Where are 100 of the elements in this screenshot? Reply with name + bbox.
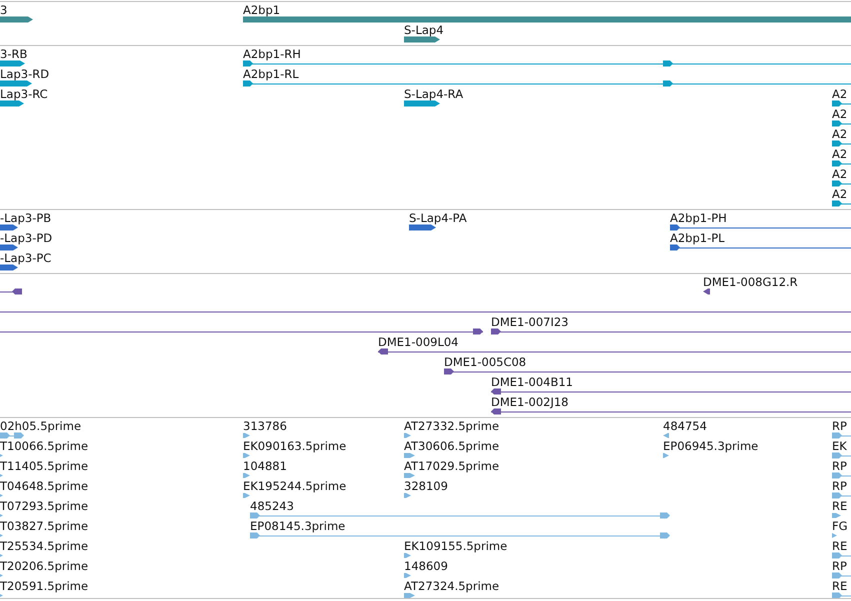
transcript-glyph[interactable] (404, 100, 440, 106)
est-glyph[interactable] (0, 513, 3, 518)
est-glyph[interactable] (404, 573, 411, 578)
est-glyph[interactable] (404, 593, 415, 598)
feature-label: 3-RB (0, 47, 28, 61)
clone-glyph[interactable] (490, 388, 851, 394)
feature-label: AT27332.5prime (404, 419, 500, 433)
est-glyph[interactable] (0, 453, 3, 458)
feature-label: EP08145.3prime (250, 519, 346, 533)
est-glyph[interactable] (0, 432, 24, 438)
feature-label: AT27324.5prime (404, 579, 500, 593)
feature-label: S-Lap4 (404, 23, 444, 37)
feature-label: T07293.5prime (0, 499, 88, 513)
feature-label: T10066.5prime (0, 439, 88, 453)
feature-label: -Lap3-PB (0, 211, 52, 225)
gene-bar[interactable] (0, 16, 33, 22)
clone-glyph[interactable] (444, 368, 851, 374)
est-glyph[interactable] (832, 472, 851, 478)
protein-glyph[interactable] (0, 224, 18, 230)
est-glyph[interactable] (0, 473, 3, 478)
feature-label: A2 (832, 147, 848, 161)
est-glyph[interactable] (832, 572, 851, 578)
est-glyph[interactable] (832, 432, 851, 438)
protein-glyph[interactable] (670, 244, 851, 250)
est-glyph[interactable] (0, 573, 3, 578)
feature-label: AT30606.5prime (404, 439, 500, 453)
protein-glyph[interactable] (0, 264, 18, 270)
feature-label: 485243 (250, 499, 294, 513)
est-glyph[interactable] (832, 533, 837, 538)
est-glyph[interactable] (0, 553, 3, 558)
feature-label: -Lap3-PC (0, 251, 52, 265)
feature-label: -Lap3-PD (0, 231, 52, 245)
protein-glyph[interactable] (0, 244, 18, 250)
clone-glyph[interactable] (0, 288, 22, 294)
feature-label: EK090163.5prime (243, 439, 346, 453)
est-glyph[interactable] (832, 552, 851, 558)
feature-label: DME1-004B11 (491, 375, 573, 389)
transcript-glyph[interactable] (0, 80, 32, 86)
transcript-glyph[interactable] (832, 200, 851, 206)
feature-label: Lap3-RC (0, 87, 48, 101)
est-glyph[interactable] (404, 493, 411, 498)
clone-glyph[interactable] (490, 328, 851, 334)
feature-label: A2bp1-RL (243, 67, 299, 81)
clone-glyph[interactable] (378, 348, 851, 354)
est-glyph[interactable] (663, 433, 669, 438)
gene-bar[interactable] (404, 36, 440, 42)
transcript-glyph[interactable] (832, 160, 851, 166)
est-glyph[interactable] (0, 533, 3, 538)
est-glyph[interactable] (832, 452, 851, 458)
clone-glyph[interactable] (0, 328, 484, 334)
feature-label: T20591.5prime (0, 579, 88, 593)
est-glyph[interactable] (832, 492, 851, 498)
est-glyph[interactable] (243, 493, 250, 498)
feature-label: EP06945.3prime (663, 439, 758, 453)
transcript-glyph[interactable] (0, 60, 25, 66)
transcript-glyph[interactable] (832, 140, 851, 146)
clone-glyph[interactable] (490, 408, 851, 414)
est-glyph[interactable] (832, 592, 851, 598)
transcript-glyph[interactable] (832, 100, 851, 106)
feature-label: A2 (832, 87, 848, 101)
protein-glyph[interactable] (670, 224, 851, 230)
feature-label: A2 (832, 187, 848, 201)
est-glyph[interactable] (404, 433, 411, 438)
feature-label: T20206.5prime (0, 559, 88, 573)
feature-label: A2bp1-RH (243, 47, 301, 61)
transcript-glyph[interactable] (242, 60, 851, 66)
feature-label: 328109 (404, 479, 448, 493)
transcript-glyph[interactable] (832, 120, 851, 126)
est-glyph[interactable] (404, 453, 415, 458)
feature-label: A2 (832, 107, 848, 121)
feature-label: S-Lap4-PA (409, 211, 467, 225)
est-glyph[interactable] (250, 512, 670, 518)
feature-label: 484754 (663, 419, 707, 433)
feature-label: RE (832, 499, 848, 513)
feature-label: 02h05.5prime (0, 419, 82, 433)
feature-label: RP (832, 479, 847, 493)
est-glyph[interactable] (404, 473, 415, 478)
est-glyph[interactable] (663, 453, 669, 458)
est-glyph[interactable] (404, 553, 411, 558)
est-glyph[interactable] (250, 532, 670, 538)
feature-label: T11405.5prime (0, 459, 88, 473)
est-glyph[interactable] (243, 433, 250, 438)
feature-label: 313786 (243, 419, 287, 433)
est-glyph[interactable] (243, 453, 250, 458)
feature-label: DME1-009L04 (378, 335, 458, 349)
feature-label: A2 (832, 127, 848, 141)
transcript-glyph[interactable] (242, 80, 851, 86)
feature-label: A2bp1-PH (670, 211, 727, 225)
feature-label: A2bp1-PL (670, 231, 725, 245)
feature-label: RE (832, 579, 848, 593)
transcript-glyph[interactable] (832, 180, 851, 186)
est-glyph[interactable] (832, 513, 841, 518)
protein-glyph[interactable] (409, 224, 436, 230)
est-glyph[interactable] (0, 493, 3, 498)
feature-label: FG (832, 519, 848, 533)
est-glyph[interactable] (243, 473, 250, 478)
feature-label: T25534.5prime (0, 539, 88, 553)
clone-glyph[interactable] (703, 288, 710, 294)
est-glyph[interactable] (0, 593, 3, 598)
transcript-glyph[interactable] (0, 100, 24, 106)
